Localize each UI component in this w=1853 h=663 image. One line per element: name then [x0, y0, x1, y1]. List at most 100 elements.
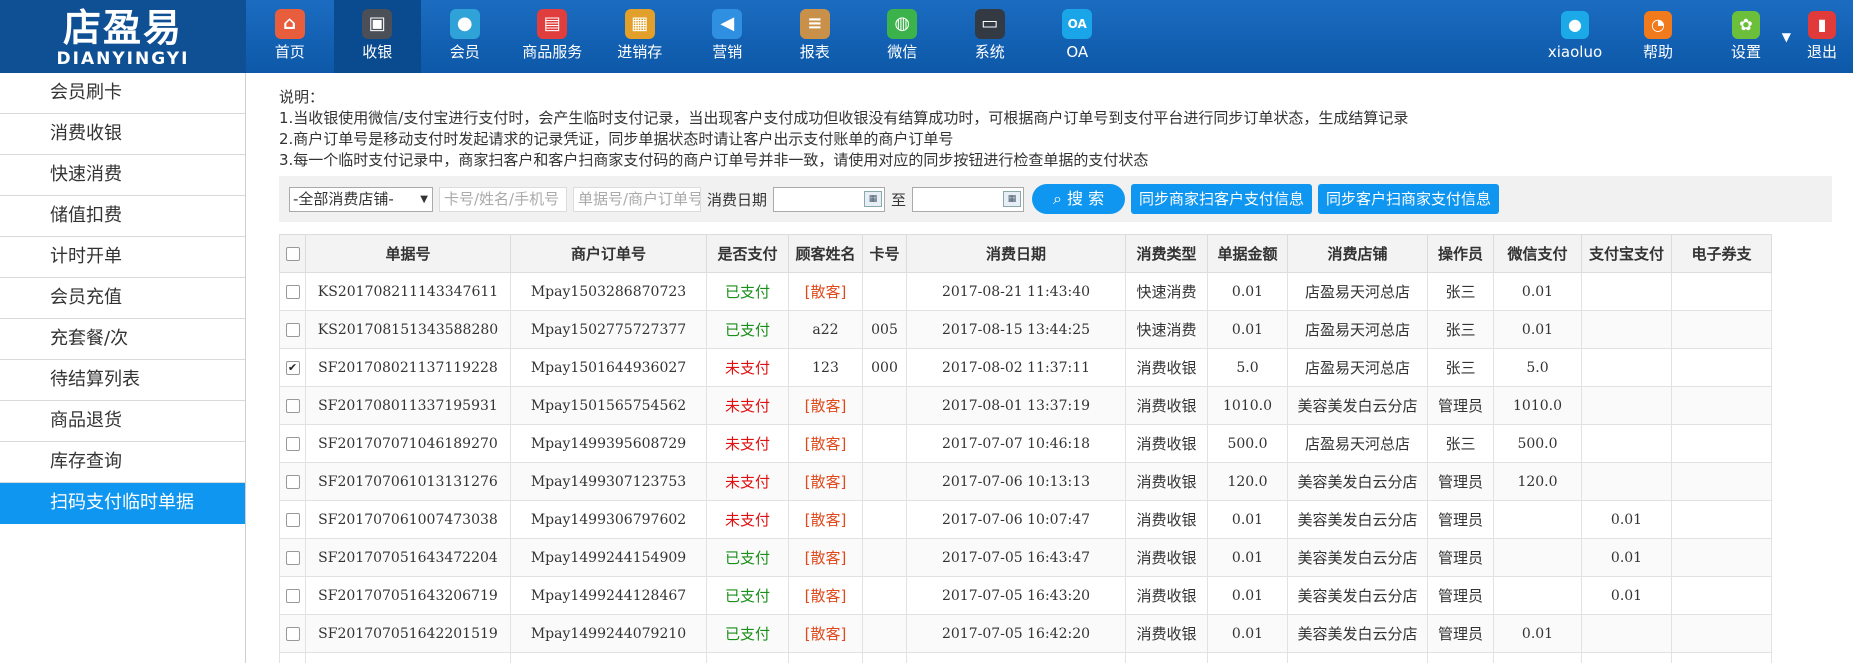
- row-checkbox[interactable]: [285, 589, 300, 603]
- table-cell: 500.0: [1207, 424, 1288, 463]
- table-row[interactable]: SF201707051643472204 Mpay1499244154909 已支付…: [279, 538, 1772, 577]
- sidebar-item[interactable]: 商品退货: [0, 401, 245, 442]
- column-header[interactable]: 消费类型: [1125, 234, 1208, 273]
- table-cell: 5.0: [1493, 348, 1582, 387]
- table-cell: 未支付: [706, 424, 789, 463]
- order-number-input[interactable]: [573, 186, 701, 212]
- table-cell: [1671, 310, 1772, 349]
- calendar-icon[interactable]: ▦: [1003, 190, 1022, 207]
- sidebar-item[interactable]: 快速消费: [0, 155, 245, 196]
- sync-merchant-scan-button[interactable]: 同步商家扫客户支付信息: [1131, 184, 1313, 214]
- nav-item-5[interactable]: ◀ 营销: [684, 0, 772, 73]
- column-header[interactable]: 单据号: [305, 234, 511, 273]
- table-cell: 已支付: [706, 538, 789, 577]
- sidebar-item[interactable]: 计时开单: [0, 237, 245, 278]
- column-header[interactable]: 商户订单号: [510, 234, 707, 273]
- nav-item-8[interactable]: ▭ 系统: [946, 0, 1034, 73]
- sync-customer-scan-button[interactable]: 同步客户扫商家支付信息: [1318, 184, 1500, 214]
- column-header[interactable]: 顾客姓名: [788, 234, 863, 273]
- end-date-input[interactable]: ▦: [912, 186, 1025, 212]
- card-name-phone-input[interactable]: [439, 186, 567, 212]
- column-header[interactable]: 卡号: [862, 234, 907, 273]
- select-all-checkbox[interactable]: [285, 247, 300, 261]
- sidebar-item[interactable]: 待结算列表: [0, 360, 245, 401]
- table-cell: 2017-08-01 13:37:19: [906, 386, 1126, 425]
- row-checkbox[interactable]: [285, 513, 300, 527]
- row-checkbox[interactable]: ✔: [285, 361, 300, 375]
- table-cell: 2017-07-05 16:42:20: [906, 614, 1126, 653]
- row-checkbox[interactable]: [285, 399, 300, 413]
- help-icon: ◔: [1644, 11, 1672, 39]
- table-row[interactable]: SF201707061007473038 Mpay1499306797602 未支付…: [279, 500, 1772, 539]
- search-button[interactable]: ⌕ 搜 索: [1032, 184, 1126, 214]
- table-row[interactable]: SF201708011337195931 Mpay1501565754562 未支付…: [279, 386, 1772, 425]
- row-checkbox[interactable]: [285, 627, 300, 641]
- column-header[interactable]: 消费日期: [906, 234, 1126, 273]
- dropdown-caret-icon[interactable]: ▼: [1782, 30, 1791, 44]
- user-nav-item-2[interactable]: ✿ 设置 ▼: [1701, 0, 1791, 73]
- nav-item-9[interactable]: OA OA: [1034, 0, 1122, 73]
- nav-item-0[interactable]: ⌂ 首页: [246, 0, 334, 73]
- table-cell: 0.01: [1493, 310, 1582, 349]
- user-nav-item-3[interactable]: ▮ 退出: [1791, 0, 1853, 73]
- sidebar-item[interactable]: 会员刷卡: [0, 73, 245, 114]
- table-cell: 管理员: [1427, 386, 1494, 425]
- nav-item-1[interactable]: ▣ 收银: [333, 0, 421, 73]
- table-row[interactable]: SF201707071046189270 Mpay1499395608729 未支付…: [279, 424, 1772, 463]
- sidebar-item[interactable]: 扫码支付临时单据: [0, 483, 245, 524]
- column-header[interactable]: 操作员: [1427, 234, 1494, 273]
- table-row[interactable]: SF201707051642201519 Mpay1499244079210 已支付…: [279, 614, 1772, 653]
- row-checkbox[interactable]: [285, 285, 300, 299]
- app-logo[interactable]: 店盈易 DIANYINGYI: [0, 0, 246, 73]
- start-date-input[interactable]: ▦: [773, 186, 886, 212]
- main-nav: ⌂ 首页 ▣ 收银 ● 会员 ▤ 商品服务 ▦ 进销存 ◀ 营销 ≡ 报表 ◍ 微信 ▭ 系统 OA OA: [246, 0, 1121, 73]
- column-header[interactable]: 是否支付: [706, 234, 789, 273]
- settings-gear-icon: ✿: [1732, 11, 1760, 39]
- column-header[interactable]: 单据金额: [1207, 234, 1288, 273]
- table-row[interactable]: SF201707051643206719 Mpay1499244128467 已支付…: [279, 576, 1772, 615]
- nav-item-label: 报表: [799, 43, 830, 61]
- table-cell: 消费收银: [1125, 500, 1208, 539]
- store-select[interactable]: -全部消费店铺- ▼: [289, 186, 433, 212]
- calendar-icon[interactable]: ▦: [864, 190, 883, 207]
- main-content: 说明： 1.当收银使用微信/支付宝进行支付时，会产生临时支付记录，当出现客户支付成…: [247, 73, 1853, 663]
- row-checkbox[interactable]: [285, 551, 300, 565]
- table-cell: 0.01: [1207, 576, 1288, 615]
- sidebar-item[interactable]: 库存查询: [0, 442, 245, 483]
- sidebar-item[interactable]: 储值扣费: [0, 196, 245, 237]
- column-header[interactable]: 微信支付: [1493, 234, 1582, 273]
- table-row[interactable]: KS201708211143347611 Mpay1503286870723 已支付…: [279, 272, 1772, 311]
- nav-item-3[interactable]: ▤ 商品服务: [509, 0, 597, 73]
- table-cell: [散客]: [788, 500, 863, 539]
- nav-item-2[interactable]: ● 会员: [421, 0, 509, 73]
- table-cell: [862, 386, 907, 425]
- row-select-cell: [279, 272, 306, 311]
- sidebar-item[interactable]: 消费收银: [0, 114, 245, 155]
- table-row[interactable]: KS201708151343588280 Mpay1502775727377 已支付…: [279, 310, 1772, 349]
- table-cell: [1671, 538, 1772, 577]
- table-cell: [散客]: [788, 538, 863, 577]
- sidebar-item[interactable]: 会员充值: [0, 278, 245, 319]
- table-cell: 0.01: [1207, 614, 1288, 653]
- nav-item-7[interactable]: ◍ 微信: [859, 0, 947, 73]
- table-row[interactable]: 已支付[散客] 消费收银 美容美发白云分店管理员: [279, 652, 1772, 663]
- sidebar-item[interactable]: 充套餐/次: [0, 319, 245, 360]
- table-cell: a22: [788, 310, 863, 349]
- user-nav-item-0[interactable]: ● xiaoluo: [1535, 0, 1615, 73]
- column-header[interactable]: 消费店铺: [1287, 234, 1428, 273]
- column-header[interactable]: 电子券支: [1671, 234, 1772, 273]
- table-cell: 管理员: [1427, 462, 1494, 501]
- table-cell: 店盈易天河总店: [1287, 348, 1428, 387]
- nav-item-4[interactable]: ▦ 进销存: [596, 0, 684, 73]
- table-row[interactable]: ✔ SF201708021137119228 Mpay1501644936027 未支…: [279, 348, 1772, 387]
- row-checkbox[interactable]: [285, 323, 300, 337]
- table-cell: SF201707061007473038: [305, 500, 511, 539]
- row-checkbox[interactable]: [285, 475, 300, 489]
- user-nav-item-1[interactable]: ◔ 帮助: [1615, 0, 1701, 73]
- table-cell: 0.01: [1207, 272, 1288, 311]
- column-header[interactable]: 支付宝支付: [1581, 234, 1672, 273]
- row-checkbox[interactable]: [285, 437, 300, 451]
- table-row[interactable]: SF201707061013131276 Mpay1499307123753 未支付…: [279, 462, 1772, 501]
- table-cell: [1581, 348, 1672, 387]
- nav-item-6[interactable]: ≡ 报表: [771, 0, 859, 73]
